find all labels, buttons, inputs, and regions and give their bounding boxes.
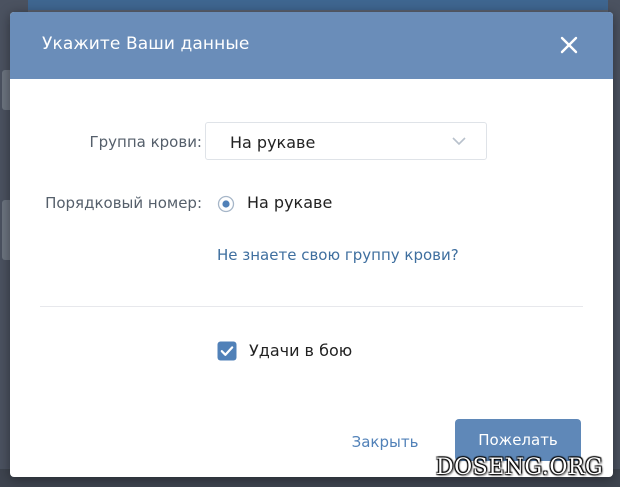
background-header <box>0 0 620 10</box>
wish-checkbox-label: Удачи в бою <box>249 341 353 360</box>
blood-group-label: Группа крови: <box>89 133 202 151</box>
blood-group-help-link[interactable]: Не знаете свою группу крови? <box>217 246 459 264</box>
blood-group-selected-value: На рукаве <box>230 133 316 152</box>
checkbox-checked-icon[interactable] <box>217 341 237 361</box>
serial-number-option-label: На рукаве <box>247 193 333 212</box>
watermark: DOSENG.ORG <box>436 455 604 480</box>
chevron-down-icon <box>452 137 466 146</box>
radio-checked-icon[interactable] <box>217 195 235 213</box>
blood-group-select[interactable]: На рукаве <box>205 122 487 160</box>
serial-number-label: Порядковый номер: <box>45 194 202 212</box>
dialog-header: Укажите Ваши данные <box>10 12 613 79</box>
close-icon[interactable] <box>558 34 580 56</box>
dialog-title: Укажите Ваши данные <box>42 34 250 54</box>
close-button[interactable]: Закрыть <box>340 424 430 460</box>
divider <box>40 306 583 307</box>
dialog: Укажите Ваши данные Группа крови: На рук… <box>10 12 613 477</box>
